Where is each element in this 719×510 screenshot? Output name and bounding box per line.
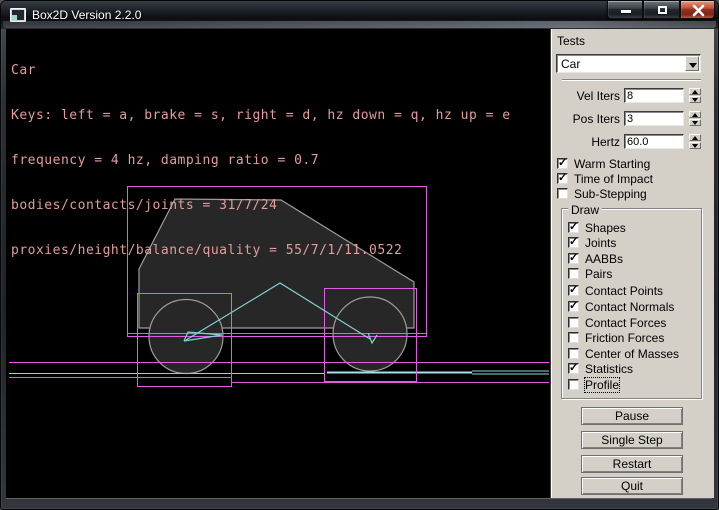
overlay-line-proxy-stats: proxies/height/balance/quality = 55/7/1/… [11,243,511,258]
maximize-button[interactable] [643,1,680,19]
overlay-line-keys: Keys: left = a, brake = s, right = d, hz… [11,108,511,123]
spinner-up-icon[interactable] [689,88,701,95]
hertz-input[interactable] [624,134,684,149]
checkbox-box[interactable]: ✓ [568,301,579,312]
checkbox-label: Joints [585,236,616,250]
simulation-canvas[interactable]: Car Keys: left = a, brake = s, right = d… [6,29,550,498]
checkbox-label: Warm Starting [574,157,650,171]
checkbox-box[interactable] [568,268,579,279]
overlay-line-body-stats: bodies/contacts/joints = 31/7/24 [11,198,511,213]
test-select-value: Car [561,57,580,71]
checkbox-label: AABBs [585,252,623,266]
chevron-down-icon [689,63,697,68]
close-button[interactable] [680,1,715,19]
minimize-button[interactable] [607,1,643,19]
separator [562,79,701,81]
checkbox-label: Time of Impact [574,172,653,186]
control-panel: Tests Car Vel Iters Pos Iters Hert [550,29,714,498]
spinner-down-icon[interactable] [689,119,701,126]
checkbox-box[interactable]: ✓ [568,237,579,248]
spinner-down-icon[interactable] [689,142,701,149]
maximize-icon [658,6,667,14]
checkbox-label: Friction Forces [585,331,664,345]
hertz-label: Hertz [551,135,620,149]
checkbox-box[interactable]: ✓ [568,253,579,264]
test-select-dropdown[interactable]: Car [556,54,701,73]
checkbox-label: Contact Normals [585,300,674,314]
pos-iters-label: Pos Iters [551,112,620,126]
pos-iters-spinner [689,111,701,126]
caption-button-group [607,1,715,19]
spinner-up-icon[interactable] [689,111,701,118]
overlay-line-frequency: frequency = 4 hz, damping ratio = 0.7 [11,153,511,168]
checkbox-box[interactable] [557,188,568,199]
checkbox-box[interactable]: ✓ [557,158,568,169]
tests-label: Tests [557,34,585,48]
checkbox-label: Center of Masses [585,347,679,361]
quit-button[interactable]: Quit [581,477,683,495]
app-icon-accent [12,15,17,20]
pause-button[interactable]: Pause [581,407,683,425]
vel-iters-input[interactable] [624,88,684,103]
checkbox-box[interactable]: ✓ [557,173,568,184]
checkbox-label: Pairs [585,267,612,281]
checkbox-box[interactable]: ✓ [568,285,579,296]
checkbox-label: Contact Points [585,284,663,298]
checkbox-label: Shapes [585,221,626,235]
checkbox-box[interactable] [568,379,579,390]
restart-button[interactable]: Restart [581,455,683,473]
checkbox-box[interactable]: ✓ [568,222,579,233]
vel-iters-spinner [689,88,701,103]
dropdown-arrow-button[interactable] [685,56,699,71]
app-window: Box2D Version 2.2.0 [0,0,719,510]
debug-text-overlay: Car Keys: left = a, brake = s, right = d… [11,33,511,288]
single-step-button[interactable]: Single Step [581,431,683,449]
checkbox-box[interactable]: ✓ [568,363,579,374]
overlay-line-test-name: Car [11,63,511,78]
checkbox-box[interactable] [568,317,579,328]
draw-group-label: Draw [568,203,602,217]
close-icon [692,4,705,17]
checkbox-box[interactable] [568,332,579,343]
hertz-spinner [689,134,701,149]
spinner-up-icon[interactable] [689,134,701,141]
frame-bottom-highlight [6,498,712,499]
client-area: Car Keys: left = a, brake = s, right = d… [6,29,714,498]
window-title: Box2D Version 2.2.0 [32,8,141,22]
checkbox-label: Sub-Stepping [574,187,647,201]
app-icon[interactable] [10,8,26,22]
vel-iters-label: Vel Iters [551,89,620,103]
checkbox-box[interactable] [568,348,579,359]
pos-iters-input[interactable] [624,111,684,126]
titlebar[interactable]: Box2D Version 2.2.0 [1,1,718,29]
checkbox-label: Contact Forces [585,316,666,330]
checkbox-label: Profile [585,378,619,392]
minimize-icon [621,10,631,13]
spinner-down-icon[interactable] [689,96,701,103]
checkbox-label: Statistics [585,362,633,376]
